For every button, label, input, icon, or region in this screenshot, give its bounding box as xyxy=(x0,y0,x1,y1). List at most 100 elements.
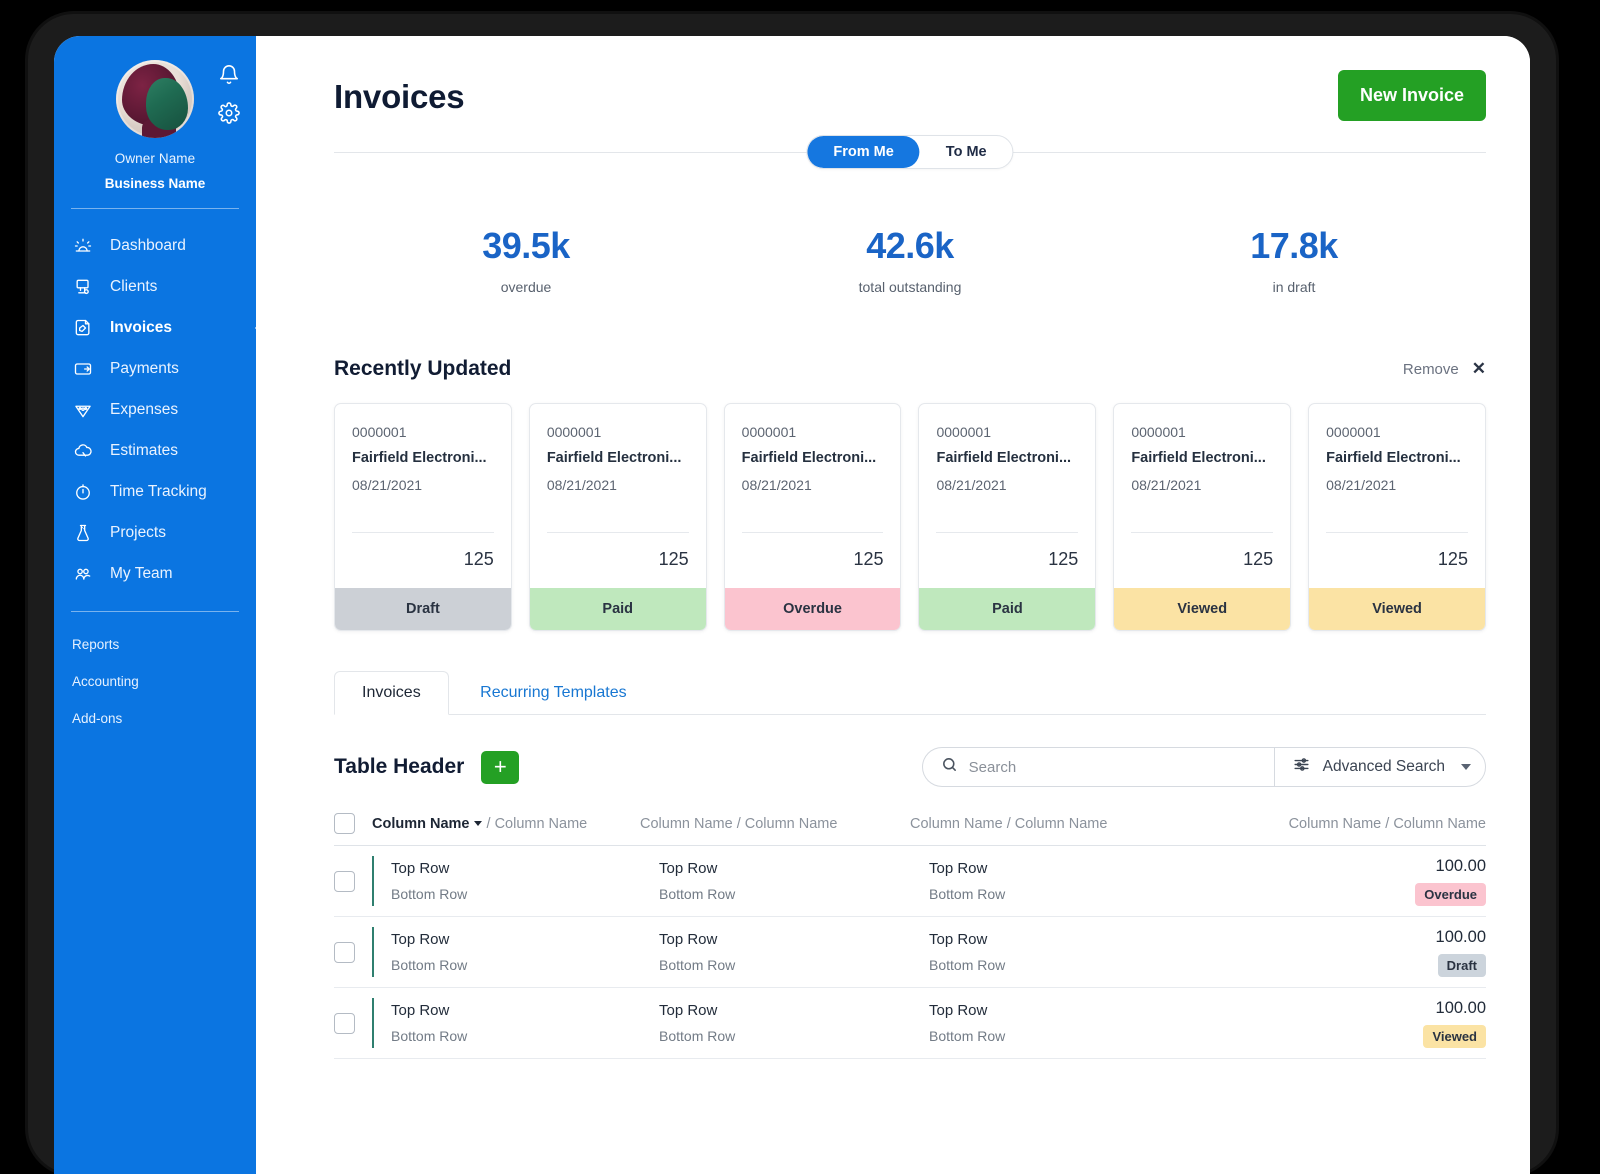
select-all-checkbox[interactable] xyxy=(334,813,355,834)
avatar[interactable] xyxy=(116,60,194,138)
sidebar-item-add-ons[interactable]: Add-ons xyxy=(54,700,256,737)
column-secondary-label: Column Name xyxy=(744,815,838,832)
add-row-button[interactable]: + xyxy=(481,750,520,784)
sidebar-item-my-team[interactable]: My Team xyxy=(54,553,256,594)
cell-bottom-text: Bottom Row xyxy=(391,1028,468,1044)
cell-bottom-text: Bottom Row xyxy=(929,957,1006,973)
sidebar-item-label: Dashboard xyxy=(110,236,186,254)
invoice-number: 0000001 xyxy=(352,424,407,440)
app-screen: Owner Name Business Name Dashboard Clien… xyxy=(54,36,1530,1174)
column-header-3[interactable]: Column Name / Column Name xyxy=(910,816,1236,832)
section-title: Recently Updated xyxy=(334,357,512,380)
sidebar-item-invoices[interactable]: Invoices xyxy=(54,307,256,348)
invoice-card[interactable]: 0000001 Fairfield Electroni... 08/21/202… xyxy=(723,403,902,631)
stat-value: 17.8k xyxy=(1250,225,1338,266)
invoice-card[interactable]: 0000001 Fairfield Electroni... 08/21/202… xyxy=(918,403,1097,631)
projects-icon xyxy=(72,523,94,543)
sidebar-item-time-tracking[interactable]: Time Tracking xyxy=(54,471,256,512)
cell-top-text: Top Row xyxy=(659,931,718,948)
sort-descending-icon[interactable] xyxy=(473,820,482,826)
column-header-1[interactable]: Column Name / Column Name xyxy=(372,816,640,832)
cell-bottom-text: Bottom Row xyxy=(659,1028,736,1044)
invoice-card[interactable]: 0000001 Fairfield Electroni... 08/21/202… xyxy=(334,403,512,631)
column-primary-label: Column Name xyxy=(372,815,470,832)
sidebar-item-label: Expenses xyxy=(110,400,179,418)
status-badge: Viewed xyxy=(1309,588,1485,630)
invoice-amount: 125 xyxy=(1437,549,1468,569)
sidebar-item-payments[interactable]: Payments xyxy=(54,348,256,389)
table-row[interactable]: Top Row Bottom Row Top Row Bottom Row To… xyxy=(334,846,1486,917)
sidebar-item-reports[interactable]: Reports xyxy=(54,626,256,663)
cell-top-text: Top Row xyxy=(659,860,718,877)
stat-overdue: 39.5k overdue xyxy=(334,225,718,295)
cell-bottom-text: Bottom Row xyxy=(929,886,1006,902)
tablet-device-frame: Owner Name Business Name Dashboard Clien… xyxy=(28,14,1556,1174)
cell-top-text: Top Row xyxy=(391,1002,450,1019)
advanced-search-button[interactable]: Advanced Search xyxy=(1273,747,1486,787)
invoice-date: 08/21/2021 xyxy=(546,477,617,493)
table-title: Table Header xyxy=(334,755,465,778)
sidebar-item-clients[interactable]: Clients xyxy=(54,266,256,307)
payments-icon xyxy=(72,359,94,379)
column-secondary-label: Column Name xyxy=(494,815,588,832)
sidebar-item-label: Projects xyxy=(110,523,166,541)
stat-label: overdue xyxy=(500,279,552,295)
sidebar-item-projects[interactable]: Projects xyxy=(54,512,256,553)
invoice-amount: 125 xyxy=(463,549,494,569)
sidebar-item-expenses[interactable]: Expenses xyxy=(54,389,256,430)
sidebar-item-accounting[interactable]: Accounting xyxy=(54,663,256,700)
row-cell-3: Top Row Bottom Row xyxy=(929,1002,1236,1044)
invoice-amount: 125 xyxy=(1048,549,1079,569)
cell-bottom-text: Bottom Row xyxy=(659,886,736,902)
invoice-card[interactable]: 0000001 Fairfield Electroni... 08/21/202… xyxy=(1113,403,1292,631)
invoice-card[interactable]: 0000001 Fairfield Electroni... 08/21/202… xyxy=(1308,403,1486,631)
sidebar-nav: Dashboard Clients Invoices Payments Expe… xyxy=(54,209,256,594)
invoice-amount: 125 xyxy=(853,549,884,569)
gear-icon[interactable] xyxy=(218,102,240,124)
column-header-4[interactable]: Column Name / Column Name xyxy=(1236,816,1486,832)
recently-updated-cards: 0000001 Fairfield Electroni... 08/21/202… xyxy=(334,403,1486,631)
search-input[interactable] xyxy=(968,758,1256,776)
sidebar-item-dashboard[interactable]: Dashboard xyxy=(54,225,256,266)
row-amount: 100.00 xyxy=(1435,856,1486,875)
row-checkbox[interactable] xyxy=(334,1012,355,1034)
advanced-search-label: Advanced Search xyxy=(1322,758,1445,775)
column-primary-label: Column Name xyxy=(910,815,1003,832)
bell-icon[interactable] xyxy=(218,64,240,86)
stat-label: in draft xyxy=(1272,279,1316,295)
cell-top-text: Top Row xyxy=(659,1002,718,1019)
page-title: Invoices xyxy=(334,78,465,115)
invoice-card[interactable]: 0000001 Fairfield Electroni... 08/21/202… xyxy=(528,403,707,631)
row-cell-1: Top Row Bottom Row xyxy=(391,860,659,902)
tab-invoices[interactable]: Invoices xyxy=(334,671,449,715)
column-header-2[interactable]: Column Name / Column Name xyxy=(640,816,910,832)
invoice-date: 08/21/2021 xyxy=(936,477,1007,493)
row-checkbox[interactable] xyxy=(334,941,355,963)
chevron-down-icon xyxy=(1461,764,1471,770)
table-row[interactable]: Top Row Bottom Row Top Row Bottom Row To… xyxy=(334,917,1486,988)
close-icon[interactable]: ✕ xyxy=(1472,359,1486,379)
search-box[interactable] xyxy=(921,747,1274,787)
row-cell-3: Top Row Bottom Row xyxy=(929,860,1236,902)
tab-recurring-templates[interactable]: Recurring Templates xyxy=(453,672,653,714)
row-accent-bar xyxy=(372,927,374,977)
business-name: Business Name xyxy=(104,176,206,191)
divider xyxy=(334,714,1486,715)
row-cell-amount: 100.00 Viewed xyxy=(1236,999,1486,1048)
row-amount: 100.00 xyxy=(1435,998,1486,1017)
dashboard-icon xyxy=(72,236,94,256)
invoice-date: 08/21/2021 xyxy=(741,477,812,493)
tab-to-me[interactable]: To Me xyxy=(920,136,1013,168)
status-badge: Viewed xyxy=(1114,588,1291,630)
invoice-client: Fairfield Electroni... xyxy=(546,450,682,466)
sidebar-item-estimates[interactable]: Estimates xyxy=(54,430,256,471)
content-tabs: Invoices Recurring Templates xyxy=(334,671,1486,715)
remove-section-button[interactable]: Remove ✕ xyxy=(1403,359,1486,379)
row-checkbox[interactable] xyxy=(334,870,355,892)
scope-toggle: From Me To Me xyxy=(334,135,1486,169)
sidebar-item-label: Payments xyxy=(110,359,179,377)
new-invoice-button[interactable]: New Invoice xyxy=(1337,70,1486,121)
row-cell-2: Top Row Bottom Row xyxy=(659,860,929,902)
table-row[interactable]: Top Row Bottom Row Top Row Bottom Row To… xyxy=(334,988,1486,1059)
tab-from-me[interactable]: From Me xyxy=(807,136,920,168)
